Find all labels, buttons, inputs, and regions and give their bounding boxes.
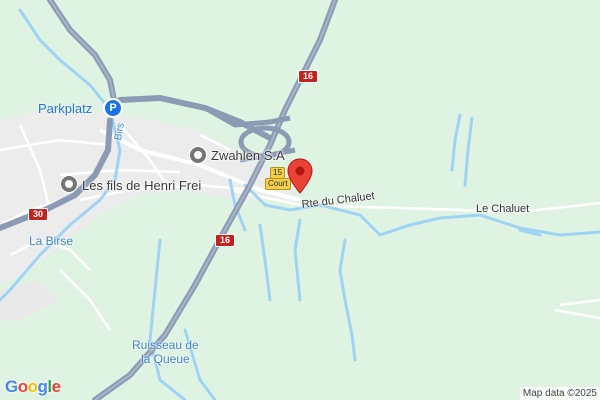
poi-pin-icon[interactable]	[189, 146, 207, 164]
label-ruisseau-de: Ruisseau de	[132, 338, 199, 352]
urban-area	[0, 110, 300, 285]
map-base-layer	[0, 0, 600, 400]
label-le-chaluet: Le Chaluet	[476, 203, 530, 215]
map-attribution[interactable]: Map data ©2025	[519, 387, 600, 400]
google-logo: Google	[5, 377, 61, 396]
label-la-queue: la Queue	[141, 352, 190, 366]
parking-icon[interactable]: P	[103, 98, 123, 118]
route-shield-16: 16	[215, 234, 236, 247]
label-fils-de-henri-frei[interactable]: Les fils de Henri Frei	[82, 178, 201, 193]
label-birs: Birs	[112, 122, 127, 142]
label-zwahlen[interactable]: Zwahlen S.A	[211, 148, 285, 163]
label-la-birse: La Birse	[29, 234, 74, 248]
map-view[interactable]: 16 16 30 15 Court P Parkplatz Zwahlen S.…	[0, 0, 600, 400]
route-shield-30: 30	[28, 208, 49, 221]
map-pin-icon[interactable]	[286, 158, 314, 194]
route-shield-16: 16	[298, 70, 319, 83]
poi-pin-icon[interactable]	[60, 175, 78, 193]
label-parkplatz[interactable]: Parkplatz	[38, 101, 92, 116]
urban-area-west	[0, 280, 60, 320]
